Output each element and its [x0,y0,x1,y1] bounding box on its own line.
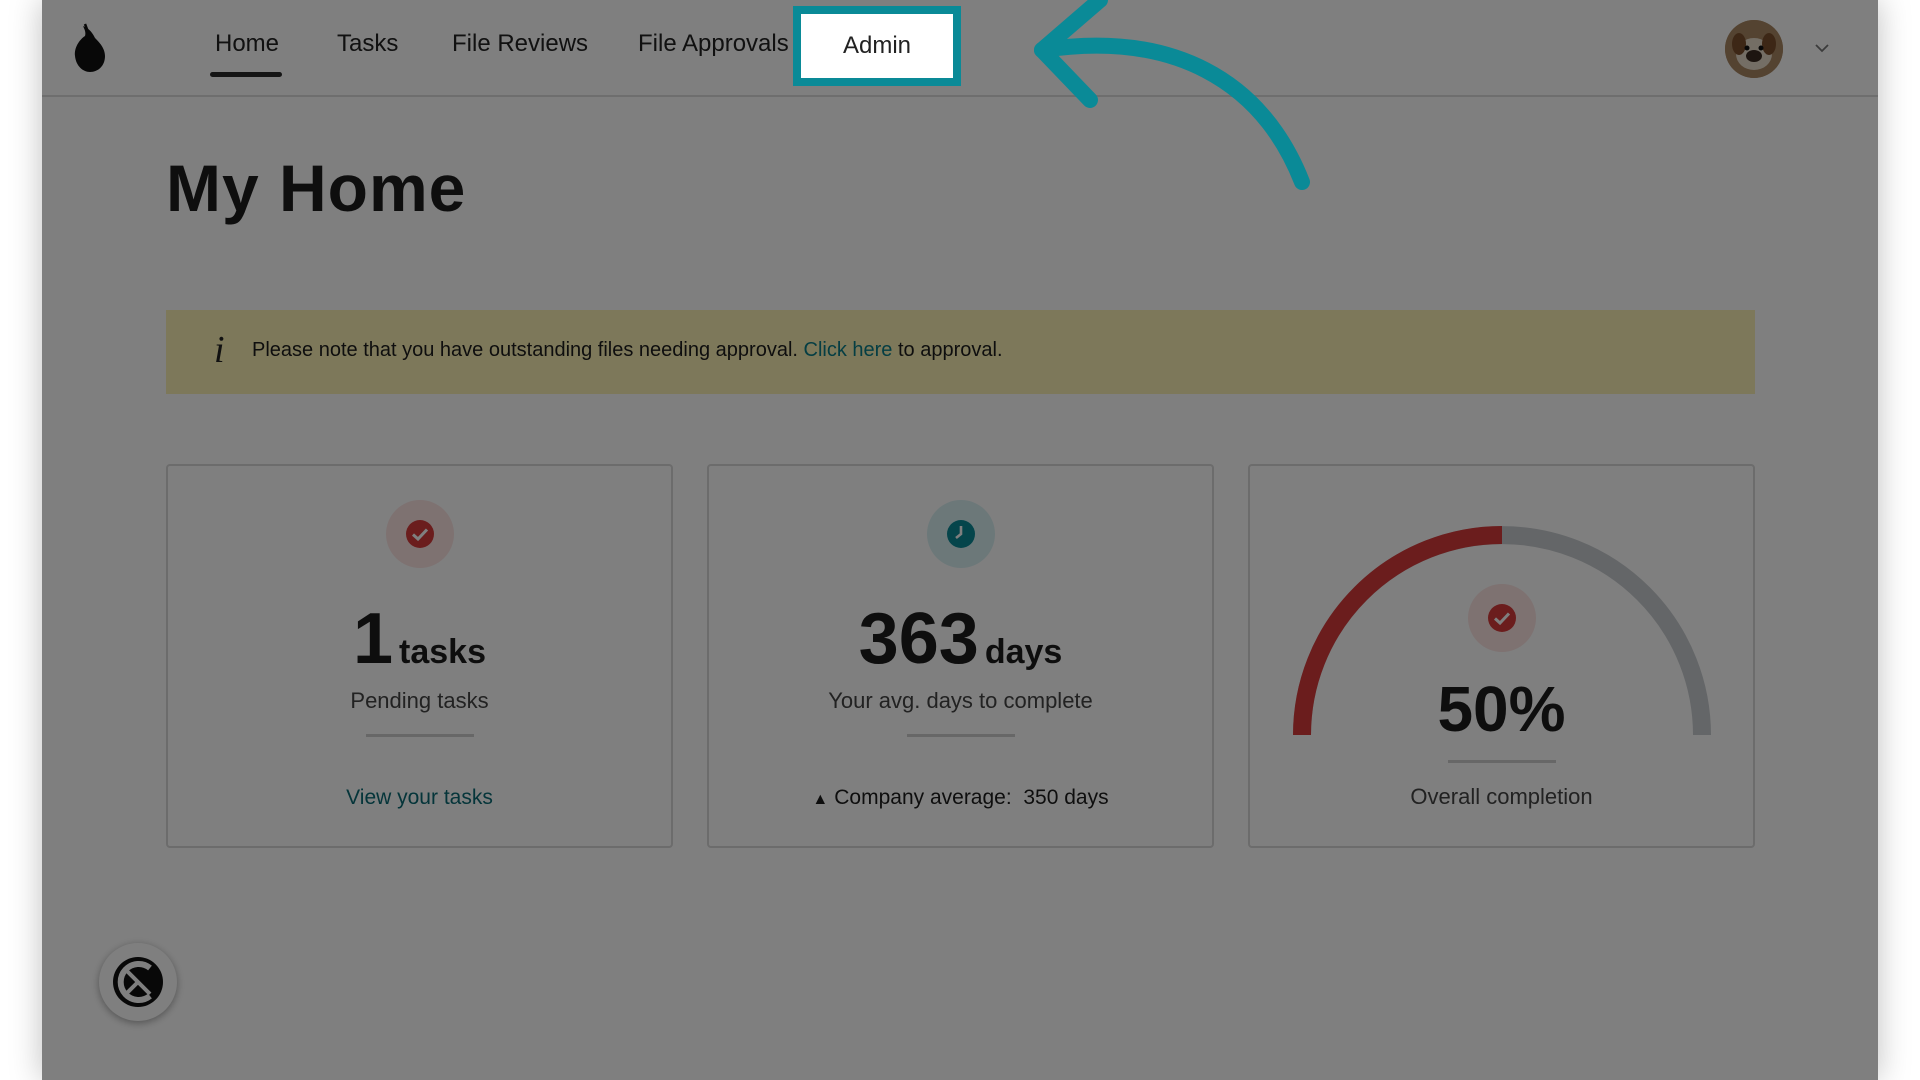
page-title: My Home [166,151,467,225]
user-avatar[interactable] [1725,20,1783,78]
avg-days-label: Your avg. days to complete [828,688,1093,713]
pending-tasks-stat: 1 tasks [168,598,671,680]
nav-admin-highlight[interactable]: Admin [793,6,961,86]
notice-text-after: to approval. [898,339,1003,361]
nav-file-reviews[interactable]: File Reviews [452,30,588,58]
card-divider [1447,760,1556,763]
nav-admin[interactable]: Admin [843,32,911,60]
triangle-up-icon: ▲ [812,791,829,808]
pending-tasks-count: 1 [352,599,394,679]
card-divider [365,734,474,737]
pending-tasks-unit: tasks [399,633,486,671]
company-average-value: 350 days [1023,786,1109,809]
nav-home-active-indicator [210,72,282,77]
avg-days-unit: days [984,633,1063,671]
check-circle-icon [1467,584,1536,652]
tutorial-arrow-icon [1034,0,1310,190]
pear-logo-icon[interactable] [69,22,109,74]
completion-percentage: 50% [1437,673,1566,745]
completion-label: Overall completion [1410,784,1593,809]
company-average: ▲ Company average: 350 days [709,786,1212,810]
card-divider [906,734,1015,737]
avg-days-card: 363 days Your avg. days to complete ▲ Comp… [707,464,1214,848]
avg-days-count: 363 [858,599,979,679]
avatar-dog-icon [1725,20,1783,78]
nav-tasks[interactable]: Tasks [337,30,398,58]
notice-text: Please note that you have outstanding fi… [252,339,1003,362]
notice-text-before: Please note that you have outstanding fi… [252,339,798,361]
avg-days-stat: 363 days [709,598,1212,680]
chevron-down-icon[interactable] [1814,42,1830,54]
approval-notice-banner: i Please note that you have outstanding … [166,310,1755,394]
view-your-tasks-link[interactable]: View your tasks [168,786,671,810]
pending-tasks-card: 1 tasks Pending tasks View your tasks [166,464,673,848]
notice-click-here-link[interactable]: Click here [804,339,893,361]
overall-completion-card: 50% Overall completion [1248,464,1755,848]
company-average-label: Company average: [834,786,1012,809]
clock-icon [926,500,995,568]
check-circle-icon [385,500,454,568]
app-window: Home Tasks File Reviews File Approvals A… [42,0,1878,1080]
info-icon: i [214,329,225,371]
brand-c-icon [113,957,163,1007]
top-navigation: Home Tasks File Reviews File Approvals A… [42,0,1878,97]
pending-tasks-label: Pending tasks [350,688,489,713]
nav-file-approvals[interactable]: File Approvals [638,30,789,58]
help-launcher-button[interactable] [99,943,177,1021]
nav-home[interactable]: Home [215,30,279,58]
